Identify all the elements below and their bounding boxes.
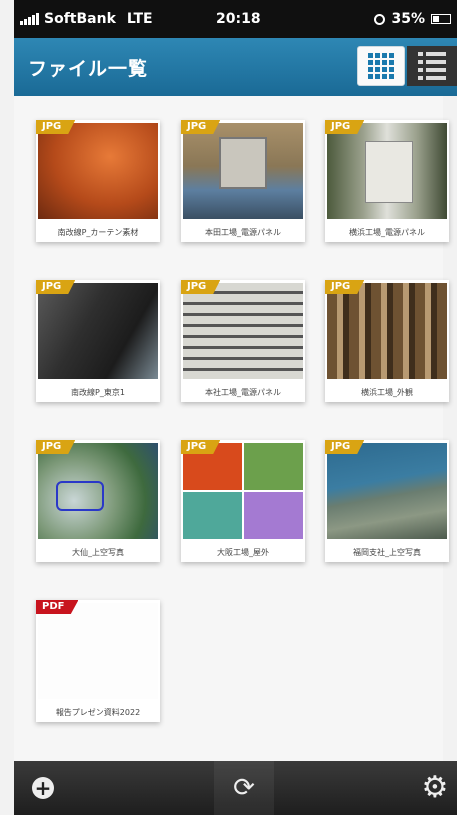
grid-view-button[interactable] xyxy=(357,46,405,86)
file-thumbnail xyxy=(183,283,303,379)
file-card[interactable]: JPG 本社工場_電源パネル xyxy=(181,280,305,402)
file-thumbnail xyxy=(38,443,158,539)
file-name: 南改線P_東京1 xyxy=(71,388,125,397)
refresh-icon: ⟳ xyxy=(233,773,255,803)
network-type: LTE xyxy=(126,11,153,27)
file-thumbnail xyxy=(38,603,158,699)
signal-icon xyxy=(20,13,39,25)
status-bar: SoftBank LTE 20:18 35% xyxy=(14,0,457,38)
file-card[interactable]: JPG 南改線P_東京1 xyxy=(36,280,160,402)
file-thumbnail xyxy=(327,283,447,379)
file-thumbnail xyxy=(38,123,158,219)
file-name: 大阪工場_屋外 xyxy=(217,548,269,557)
battery-icon xyxy=(431,14,451,24)
file-name: 横浜工場_電源パネル xyxy=(349,228,425,237)
battery-percent: 35% xyxy=(391,11,425,27)
device-frame-left xyxy=(0,0,14,815)
add-icon: + xyxy=(32,777,54,799)
file-card[interactable]: JPG 大仙_上空写真 xyxy=(36,440,160,562)
file-card[interactable]: PDF 報告プレゼン資料2022 xyxy=(36,600,160,722)
file-name: 大仙_上空写真 xyxy=(72,548,124,557)
refresh-button[interactable]: ⟳ xyxy=(214,761,274,815)
carrier-name: SoftBank xyxy=(44,11,116,27)
carrier-info: SoftBank LTE xyxy=(20,11,153,27)
bottom-toolbar: + ⟳ ⚙ xyxy=(14,761,457,815)
file-thumbnail xyxy=(183,443,303,539)
settings-button[interactable]: ⚙ xyxy=(413,761,457,815)
file-grid: JPG 南改線P_カーテン素材 JPG 本田工場_電源パネル JPG 横浜工場_… xyxy=(14,96,449,761)
file-thumbnail xyxy=(183,123,303,219)
file-card[interactable]: JPG 横浜工場_電源パネル xyxy=(325,120,449,242)
gear-icon: ⚙ xyxy=(421,770,449,805)
file-name: 福岡支社_上空写真 xyxy=(353,548,421,557)
list-view-icon xyxy=(418,52,446,80)
clock: 20:18 xyxy=(216,11,261,27)
file-thumbnail xyxy=(38,283,158,379)
file-thumbnail xyxy=(327,123,447,219)
list-view-button[interactable] xyxy=(407,46,457,86)
file-card[interactable]: JPG 福岡支社_上空写真 xyxy=(325,440,449,562)
rotation-lock-icon xyxy=(374,13,386,25)
file-card[interactable]: JPG 本田工場_電源パネル xyxy=(181,120,305,242)
file-name: 本田工場_電源パネル xyxy=(205,228,281,237)
page-title: ファイル一覧 xyxy=(28,57,149,80)
grid-view-icon xyxy=(368,53,394,79)
file-card[interactable]: JPG 南改線P_カーテン素材 xyxy=(36,120,160,242)
file-name: 南改線P_カーテン素材 xyxy=(57,228,139,237)
file-thumbnail xyxy=(327,443,447,539)
file-name: 本社工場_電源パネル xyxy=(205,388,281,397)
app-header: ファイル一覧 xyxy=(14,38,457,96)
add-button[interactable]: + xyxy=(14,761,72,815)
file-card[interactable]: JPG 横浜工場_外観 xyxy=(325,280,449,402)
file-card[interactable]: JPG 大阪工場_屋外 xyxy=(181,440,305,562)
file-name: 報告プレゼン資料2022 xyxy=(55,708,141,717)
file-name: 横浜工場_外観 xyxy=(361,388,413,397)
